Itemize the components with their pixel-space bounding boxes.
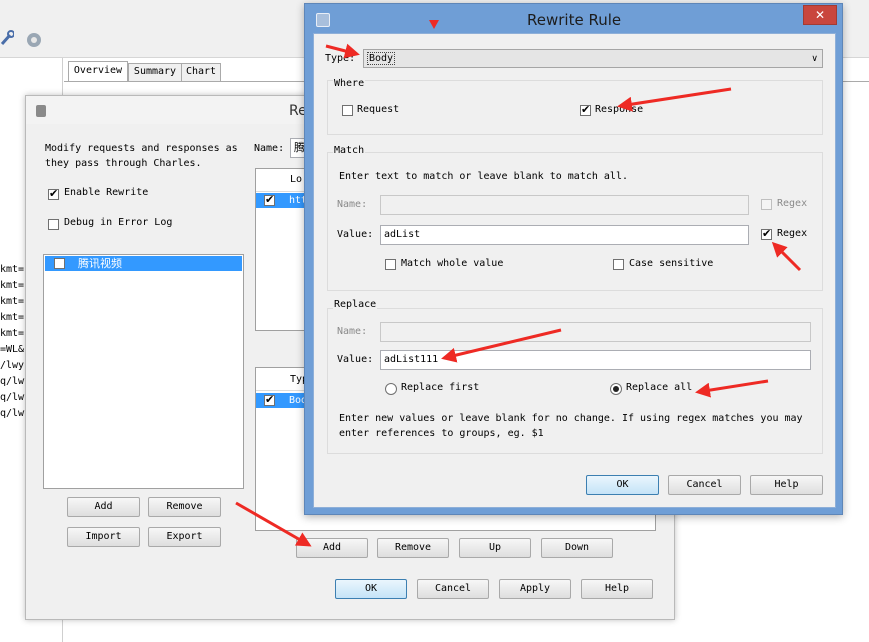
type-label: Type: xyxy=(325,53,356,64)
log-line: =WL& xyxy=(0,344,25,355)
settings-apply-button[interactable]: Apply xyxy=(499,579,571,599)
request-checkbox[interactable] xyxy=(342,105,353,116)
set-name: 腾讯视频 xyxy=(78,257,122,270)
match-name-label: Name: xyxy=(337,199,368,210)
rewrite-rule-body: Type: Body ∨ Where Request Response Matc… xyxy=(313,33,836,508)
rewrite-rule-title: Rewrite Rule xyxy=(527,11,622,29)
tab-overview[interactable]: Overview xyxy=(68,61,128,82)
enable-rewrite-checkbox[interactable] xyxy=(48,187,59,200)
rules-header: Typ xyxy=(256,368,308,391)
log-line: kmt= xyxy=(0,312,25,323)
case-sensitive-checkbox[interactable] xyxy=(613,259,624,270)
remove-rule-button[interactable]: Remove xyxy=(377,538,449,558)
replace-name-label: Name: xyxy=(337,326,368,337)
request-label: Request xyxy=(357,104,400,115)
log-line: q/lwy xyxy=(0,392,31,403)
tab-summary[interactable]: Summary xyxy=(128,63,182,82)
rule-help-button[interactable]: Help xyxy=(750,475,823,495)
import-button[interactable]: Import xyxy=(67,527,140,547)
chevron-down-icon: ∨ xyxy=(811,54,818,64)
rule-enable-checkbox[interactable] xyxy=(264,393,275,406)
charles-app-icon xyxy=(316,13,330,27)
match-value-field[interactable]: adList xyxy=(380,225,749,245)
replace-name-field xyxy=(380,322,811,342)
replace-value-label: Value: xyxy=(337,354,374,365)
case-sensitive-label: Case sensitive xyxy=(629,258,714,269)
settings-cancel-button[interactable]: Cancel xyxy=(417,579,489,599)
tools-icon[interactable] xyxy=(0,30,15,46)
settings-ok-button[interactable]: OK xyxy=(335,579,407,599)
type-select-value: Body xyxy=(367,52,396,65)
close-icon[interactable]: ✕ xyxy=(803,5,837,25)
settings-help-button[interactable]: Help xyxy=(581,579,653,599)
table-row[interactable]: Bod xyxy=(256,393,308,408)
settings-gear-icon[interactable] xyxy=(25,31,43,49)
match-name-regex-checkbox xyxy=(761,199,772,210)
replace-first-label: Replace first xyxy=(401,382,480,393)
debug-log-label: Debug in Error Log xyxy=(64,217,173,228)
log-line: /lwy xyxy=(0,360,25,371)
locations-header: Lo xyxy=(256,169,308,192)
replace-value-field[interactable]: adList111 xyxy=(380,350,811,370)
location-enable-checkbox[interactable] xyxy=(264,193,275,206)
add-set-button[interactable]: Add xyxy=(67,497,140,517)
replace-all-radio[interactable] xyxy=(610,383,622,395)
session-log-fragments: kmt= kmt= kmt= kmt= kmt= =WL& /lwy q/lwy… xyxy=(0,262,31,422)
log-line: kmt= xyxy=(0,296,25,307)
rule-cancel-button[interactable]: Cancel xyxy=(668,475,741,495)
log-line: kmt= xyxy=(0,280,25,291)
log-line: q/lwy xyxy=(0,376,31,387)
set-name-label: Name: xyxy=(254,143,285,154)
replace-first-radio[interactable] xyxy=(385,383,397,395)
debug-log-checkbox[interactable] xyxy=(48,219,59,230)
charles-app-icon xyxy=(36,105,46,117)
move-up-button[interactable]: Up xyxy=(459,538,531,558)
locations-table[interactable]: Lo htt xyxy=(255,168,309,331)
response-checkbox[interactable] xyxy=(580,103,591,116)
match-whole-value-checkbox[interactable] xyxy=(385,259,396,270)
where-title: Where xyxy=(333,78,366,89)
match-whole-value-label: Match whole value xyxy=(401,258,504,269)
export-button[interactable]: Export xyxy=(148,527,221,547)
match-hint: Enter text to match or leave blank to ma… xyxy=(339,171,628,182)
table-row[interactable]: htt xyxy=(256,193,308,208)
rule-ok-button[interactable]: OK xyxy=(586,475,659,495)
rewrite-rule-dialog: Rewrite Rule ✕ Type: Body ∨ Where Reques… xyxy=(304,3,843,515)
match-title: Match xyxy=(333,145,366,156)
response-label: Response xyxy=(595,104,644,115)
remove-set-button[interactable]: Remove xyxy=(148,497,221,517)
match-name-field xyxy=(380,195,749,215)
replace-title: Replace xyxy=(333,299,378,310)
move-down-button[interactable]: Down xyxy=(541,538,613,558)
log-line: kmt= xyxy=(0,328,25,339)
replace-hint: Enter new values or leave blank for no c… xyxy=(339,413,803,439)
set-enable-checkbox[interactable] xyxy=(54,258,65,269)
rewrite-description: Modify requests and responses as they pa… xyxy=(45,143,238,169)
where-group xyxy=(327,80,823,135)
log-line: q/lwy xyxy=(0,408,31,419)
type-select[interactable]: Body ∨ xyxy=(363,49,823,68)
replace-all-label: Replace all xyxy=(626,382,693,393)
log-line: kmt= xyxy=(0,264,25,275)
match-value-regex-label: Regex xyxy=(777,228,808,239)
enable-rewrite-label: Enable Rewrite xyxy=(64,187,149,198)
list-item[interactable]: 腾讯视频 xyxy=(45,256,242,271)
match-name-regex-label: Regex xyxy=(777,198,808,209)
tab-chart[interactable]: Chart xyxy=(181,63,221,82)
rewrite-sets-list[interactable]: 腾讯视频 xyxy=(43,254,244,489)
match-value-label: Value: xyxy=(337,229,374,240)
add-rule-button[interactable]: Add xyxy=(296,538,368,558)
match-value-regex-checkbox[interactable] xyxy=(761,227,772,240)
